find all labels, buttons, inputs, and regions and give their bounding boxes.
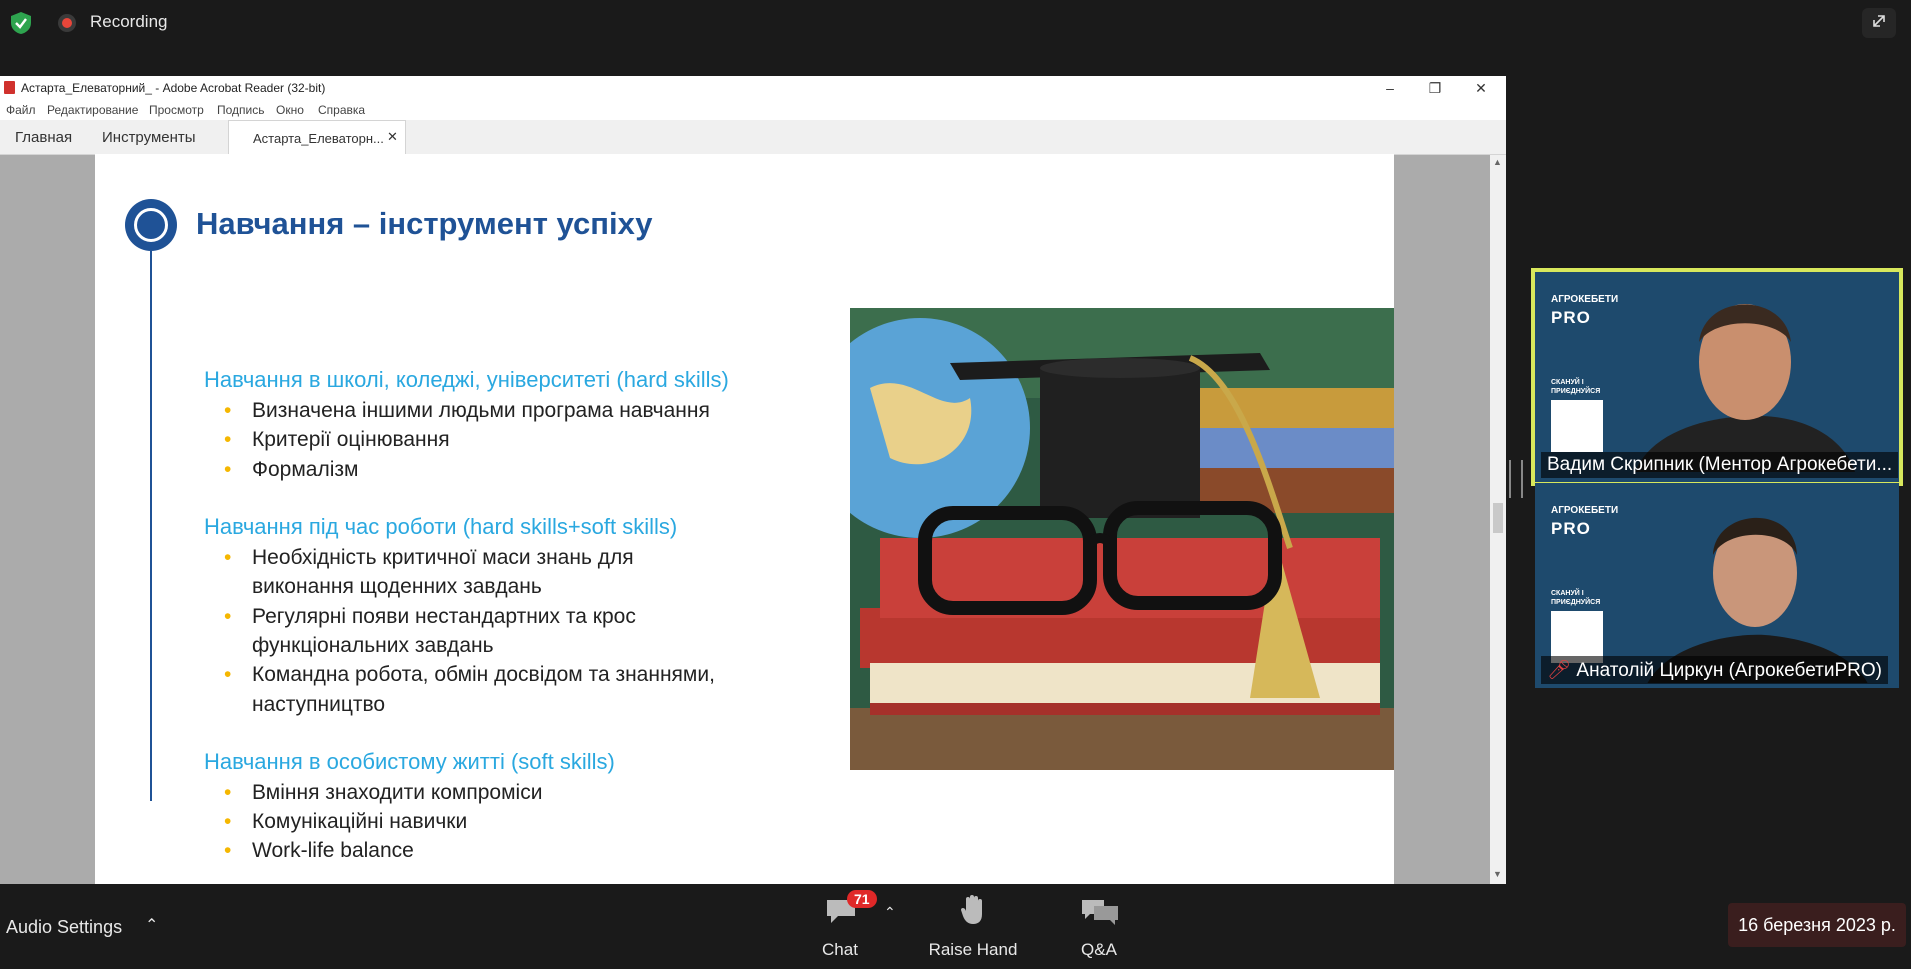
menu-help[interactable]: Справка (318, 103, 365, 117)
bullet-item: Командна робота, обмін досвідом та знанн… (224, 660, 715, 689)
bullet-item: Формалізм (224, 455, 359, 484)
section-heading: Навчання в особистому житті (soft skills… (204, 749, 615, 774)
tab-document[interactable]: Астарта_Елеваторн... ✕ (228, 120, 406, 155)
audio-options-chevron-icon[interactable]: ⌃ (145, 915, 158, 935)
participant-name-text: Анатолій Циркун (АгрокебетиPRO) (1576, 660, 1882, 681)
bullet-item: Вміння знаходити компроміси (224, 778, 542, 807)
scroll-up-icon[interactable]: ▲ (1493, 157, 1502, 167)
raise-hand-label: Raise Hand (928, 940, 1018, 959)
scroll-thumb[interactable] (1493, 503, 1503, 533)
slide-title: Навчання – інструмент успіху (196, 206, 653, 241)
menu-bar: Файл Редактирование Просмотр Подпись Окн… (0, 100, 1506, 120)
bullet-continuation: наступництво (252, 693, 386, 716)
brand-label: АГРОКЕБЕТИ (1551, 294, 1619, 305)
bullet-item: Work-life balance (224, 836, 414, 865)
qr-caption: СКАНУЙ І ПРИЄДНУЙСЯ (1551, 379, 1601, 395)
bullet-item: Критерії оцінювання (224, 425, 450, 454)
participant-video-tile[interactable]: АГРОКЕБЕТИ PRO СКАНУЙ І ПРИЄДНУЙСЯ Вадим… (1531, 268, 1903, 486)
fullscreen-button[interactable] (1862, 8, 1896, 38)
close-window-button[interactable]: ✕ (1461, 76, 1501, 100)
section-heading: Навчання під час роботи (hard skills+sof… (204, 514, 678, 539)
bullet-continuation: функціональних завдань (252, 634, 494, 657)
scroll-down-icon[interactable]: ▼ (1493, 869, 1502, 879)
zoom-top-bar: Recording (0, 0, 1911, 44)
muted-mic-icon: 🎤︎ (1547, 660, 1577, 681)
zoom-bottom-toolbar: Audio Settings ⌃ 71 Chat ⌃ Raise Hand Q&… (0, 884, 1911, 969)
chat-label: Chat (822, 940, 858, 959)
acrobat-tab-bar: Главная Инструменты Астарта_Елеваторн...… (0, 120, 1506, 155)
menu-edit[interactable]: Редактирование (47, 103, 138, 117)
qa-label: Q&A (1081, 940, 1117, 959)
brand-label: АГРОКЕБЕТИ (1551, 505, 1619, 516)
chat-button[interactable]: 71 Chat (785, 884, 895, 969)
window-titlebar: Астарта_Елеваторний_ - Adobe Acrobat Rea… (0, 76, 1506, 100)
recording-label[interactable]: Recording (90, 12, 168, 32)
chat-options-chevron-icon[interactable]: ⌃ (884, 904, 896, 921)
participant-avatar (1635, 304, 1855, 472)
qa-button[interactable]: Q&A (1044, 884, 1154, 969)
menu-view[interactable]: Просмотр (149, 103, 204, 117)
minimize-button[interactable]: – (1370, 76, 1410, 100)
brand-pro-label: PRO (1551, 308, 1591, 327)
bullet-continuation: виконання щоденних завдань (252, 575, 542, 598)
vertical-scrollbar[interactable]: ▲ ▼ (1490, 155, 1506, 884)
menu-file[interactable]: Файл (6, 103, 36, 117)
tab-home[interactable]: Главная (15, 129, 72, 146)
graduation-photo (850, 308, 1394, 770)
section-heading: Навчання в школі, коледжі, університеті … (204, 367, 729, 392)
brand-pro-label: PRO (1551, 519, 1591, 538)
expand-icon (1873, 15, 1885, 27)
panel-resize-handle[interactable] (1509, 460, 1523, 498)
bullet-item: Визначена іншими людьми програма навчанн… (224, 396, 710, 425)
participant-avatar (1647, 517, 1868, 683)
close-tab-icon[interactable]: ✕ (387, 129, 398, 145)
recording-icon (58, 14, 76, 32)
slide-page: Навчання – інструмент успіху Навчання в … (95, 154, 1394, 884)
qr-code-icon (1551, 400, 1603, 452)
bullet-item: Необхідність критичної маси знань для (224, 543, 634, 572)
restore-button[interactable]: ❐ (1415, 76, 1455, 100)
raise-hand-icon (961, 895, 982, 924)
slide-accent-line (150, 251, 152, 801)
document-tab-label: Астарта_Елеваторн... (253, 131, 384, 146)
acrobat-window: Астарта_Елеваторний_ - Adobe Acrobat Rea… (0, 76, 1506, 884)
bullet-item: Регулярні появи нестандартних та крос (224, 602, 636, 631)
pdf-icon (4, 81, 15, 94)
window-title: Астарта_Елеваторний_ - Adobe Acrobat Rea… (21, 81, 326, 95)
menu-window[interactable]: Окно (276, 103, 304, 117)
chat-unread-badge: 71 (847, 890, 877, 908)
participant-name: Вадим Скрипник (Ментор Агрокебети... (1541, 452, 1899, 478)
bullet-item: Комунікаційні навички (224, 807, 467, 836)
tab-tools[interactable]: Инструменты (102, 129, 196, 146)
audio-settings-button[interactable]: Audio Settings (6, 917, 122, 938)
qa-icon (1082, 900, 1118, 925)
participant-name: 🎤︎ Анатолій Циркун (АгрокебетиPRO) (1541, 656, 1888, 684)
raise-hand-button[interactable]: Raise Hand (918, 884, 1028, 969)
security-shield-icon[interactable] (10, 11, 32, 35)
date-stamp: 16 березня 2023 р. (1728, 903, 1906, 947)
company-logo-icon (125, 199, 177, 251)
participant-video-tile[interactable]: АГРОКЕБЕТИ PRO СКАНУЙ І ПРИЄДНУЙСЯ 🎤︎ Ан… (1535, 483, 1899, 688)
menu-sign[interactable]: Подпись (217, 103, 265, 117)
qr-caption: СКАНУЙ І ПРИЄДНУЙСЯ (1551, 590, 1601, 606)
